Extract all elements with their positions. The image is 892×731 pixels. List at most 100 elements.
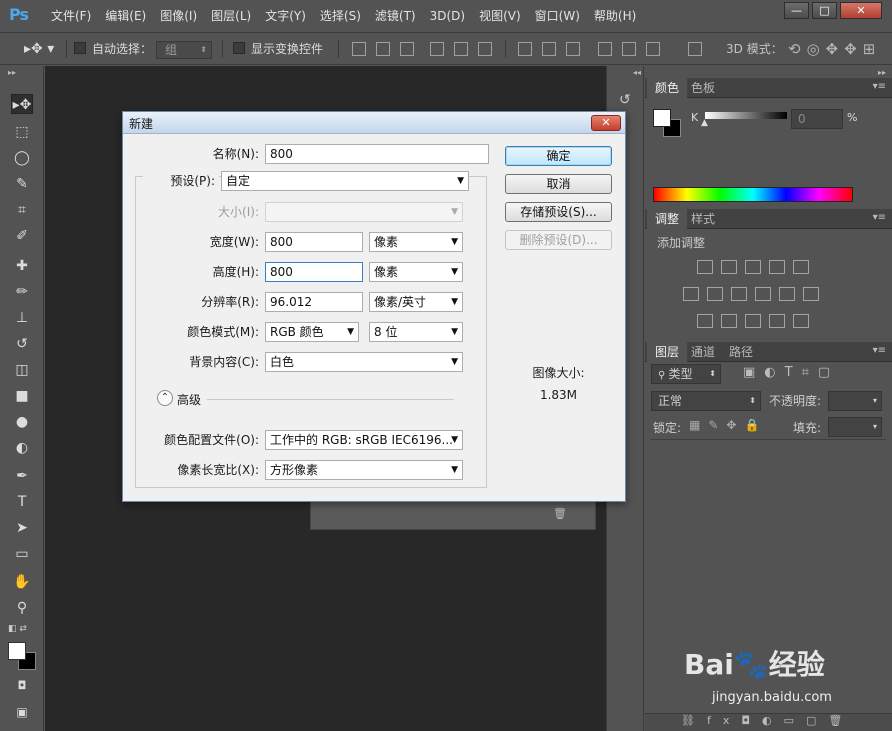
size-dropdown[interactable]: ▼ bbox=[265, 202, 463, 222]
opacity-input[interactable]: ▾ bbox=[828, 391, 882, 411]
trash-icon[interactable]: 🗑 bbox=[553, 507, 567, 520]
menu-file[interactable]: 文件(F) bbox=[44, 0, 98, 33]
threshold-icon[interactable] bbox=[745, 314, 761, 328]
align-right-icon[interactable] bbox=[478, 42, 492, 56]
dialog-title-bar[interactable]: 新建 ✕ bbox=[123, 112, 625, 134]
tab-swatches[interactable]: 色板 bbox=[683, 78, 723, 98]
collapse-icon[interactable]: ◂◂ bbox=[633, 68, 641, 77]
marquee-tool-icon[interactable]: ⬚ bbox=[11, 122, 33, 142]
tab-adjustments[interactable]: 调整 bbox=[647, 209, 688, 229]
menu-select[interactable]: 选择(S) bbox=[313, 0, 368, 33]
align-bottom-icon[interactable] bbox=[400, 42, 414, 56]
distribute-left-icon[interactable] bbox=[598, 42, 612, 56]
quick-mask-icon[interactable]: ◘ bbox=[11, 676, 33, 696]
invert-icon[interactable] bbox=[697, 314, 713, 328]
crop-tool-icon[interactable]: ⌗ bbox=[11, 200, 33, 220]
black-white-icon[interactable] bbox=[731, 287, 747, 301]
width-input[interactable]: 800 bbox=[265, 232, 363, 252]
cancel-button[interactable]: 取消 bbox=[505, 174, 612, 194]
posterize-icon[interactable] bbox=[721, 314, 737, 328]
exposure-icon[interactable] bbox=[769, 260, 785, 274]
channel-k-input[interactable]: 0 bbox=[791, 109, 843, 129]
path-select-tool-icon[interactable]: ➤ bbox=[11, 518, 33, 538]
color-balance-icon[interactable] bbox=[707, 287, 723, 301]
foreground-color-swatch[interactable] bbox=[8, 642, 26, 660]
screen-mode-icon[interactable]: ▣ bbox=[11, 702, 33, 722]
height-input[interactable]: 800 bbox=[265, 262, 363, 282]
tab-color[interactable]: 颜色 bbox=[647, 78, 688, 98]
brightness-icon[interactable] bbox=[697, 260, 713, 274]
auto-select-checkbox[interactable] bbox=[74, 42, 86, 54]
distribute-vcenter-icon[interactable] bbox=[542, 42, 556, 56]
menu-image[interactable]: 图像(I) bbox=[153, 0, 204, 33]
dialog-close-button[interactable]: ✕ bbox=[591, 115, 621, 131]
save-preset-button[interactable]: 存储预设(S)... bbox=[505, 202, 612, 222]
color-spectrum-bar[interactable] bbox=[653, 187, 853, 202]
lock-icons[interactable]: ▦✎✥🔒 bbox=[689, 418, 767, 432]
selective-color-icon[interactable] bbox=[769, 314, 785, 328]
color-mode-dropdown[interactable]: RGB 颜色 ▼ bbox=[265, 322, 359, 342]
background-dropdown[interactable]: 白色 ▼ bbox=[265, 352, 463, 372]
stamp-tool-icon[interactable]: ⊥ bbox=[11, 308, 33, 328]
menu-view[interactable]: 视图(V) bbox=[472, 0, 528, 33]
distribute-hcenter-icon[interactable] bbox=[622, 42, 636, 56]
align-left-icon[interactable] bbox=[430, 42, 444, 56]
panel-menu-icon[interactable]: ▾≡ bbox=[873, 345, 886, 356]
gradient-tool-icon[interactable]: ■ bbox=[11, 386, 33, 406]
show-transform-checkbox[interactable] bbox=[233, 42, 245, 54]
move-tool-icon[interactable]: ▸✥ bbox=[11, 94, 33, 114]
color-lookup-icon[interactable] bbox=[803, 287, 819, 301]
curves-icon[interactable] bbox=[745, 260, 761, 274]
auto-align-icon[interactable] bbox=[688, 42, 702, 56]
photo-filter-icon[interactable] bbox=[755, 287, 771, 301]
minimize-button[interactable]: — bbox=[784, 2, 809, 19]
layer-filter-dropdown[interactable]: ⚲ 类型 ⬍ bbox=[651, 364, 721, 384]
history-brush-tool-icon[interactable]: ↺ bbox=[11, 334, 33, 354]
zoom-tool-icon[interactable]: ⚲ bbox=[11, 598, 33, 618]
layers-footer-icons[interactable]: ⛓fx◘◐▭▢🗑 bbox=[645, 713, 892, 731]
channel-mixer-icon[interactable] bbox=[779, 287, 795, 301]
slider-thumb-icon[interactable]: ▲ bbox=[701, 118, 708, 128]
collapse-icon[interactable]: ▸▸ bbox=[8, 68, 16, 77]
vibrance-icon[interactable] bbox=[793, 260, 809, 274]
menu-3d[interactable]: 3D(D) bbox=[423, 0, 472, 33]
lasso-tool-icon[interactable]: ◯ bbox=[11, 148, 33, 168]
hand-tool-icon[interactable]: ✋ bbox=[11, 572, 33, 592]
align-hcenter-icon[interactable] bbox=[454, 42, 468, 56]
distribute-top-icon[interactable] bbox=[518, 42, 532, 56]
auto-select-dropdown[interactable]: 组 ⬍ bbox=[156, 41, 212, 59]
advanced-toggle-icon[interactable]: ⌃ bbox=[157, 390, 173, 406]
name-input[interactable]: 800 bbox=[265, 144, 489, 164]
eraser-tool-icon[interactable]: ◫ bbox=[11, 360, 33, 380]
menu-window[interactable]: 窗口(W) bbox=[528, 0, 587, 33]
height-unit-dropdown[interactable]: 像素 ▼ bbox=[369, 262, 463, 282]
layer-filter-icons[interactable]: ▣◐T⌗▢ bbox=[743, 365, 839, 380]
tab-paths[interactable]: 路径 bbox=[721, 342, 761, 362]
move-tool-preset-icon[interactable]: ▸✥ ▾ bbox=[24, 33, 54, 65]
distribute-bottom-icon[interactable] bbox=[566, 42, 580, 56]
blend-mode-dropdown[interactable]: 正常 ⬍ bbox=[651, 391, 761, 411]
resolution-input[interactable]: 96.012 bbox=[265, 292, 363, 312]
maximize-button[interactable]: □ bbox=[812, 2, 837, 19]
delete-preset-button[interactable]: 删除预设(D)... bbox=[505, 230, 612, 250]
tab-styles[interactable]: 样式 bbox=[683, 209, 723, 229]
fill-input[interactable]: ▾ bbox=[828, 417, 882, 437]
collapse-icon[interactable]: ▸▸ bbox=[878, 68, 886, 77]
default-colors-icon[interactable]: ◧ ⇄ bbox=[8, 624, 27, 634]
healing-tool-icon[interactable]: ✚ bbox=[11, 256, 33, 276]
pen-tool-icon[interactable]: ✒ bbox=[11, 466, 33, 486]
preset-dropdown[interactable]: 自定 ▼ bbox=[221, 171, 469, 191]
menu-edit[interactable]: 编辑(E) bbox=[98, 0, 153, 33]
dodge-tool-icon[interactable]: ◐ bbox=[11, 438, 33, 458]
history-icon[interactable]: ↺ bbox=[619, 92, 631, 108]
menu-type[interactable]: 文字(Y) bbox=[258, 0, 313, 33]
pixel-aspect-dropdown[interactable]: 方形像素 ▼ bbox=[265, 460, 463, 480]
brush-tool-icon[interactable]: ✏ bbox=[11, 282, 33, 302]
color-profile-dropdown[interactable]: 工作中的 RGB: sRGB IEC6196... ▼ bbox=[265, 430, 463, 450]
distribute-right-icon[interactable] bbox=[646, 42, 660, 56]
close-button[interactable]: ✕ bbox=[840, 2, 882, 19]
k-slider-track[interactable] bbox=[705, 112, 787, 119]
panel-menu-icon[interactable]: ▾≡ bbox=[873, 81, 886, 92]
tab-channels[interactable]: 通道 bbox=[683, 342, 723, 362]
tab-layers[interactable]: 图层 bbox=[647, 342, 688, 362]
